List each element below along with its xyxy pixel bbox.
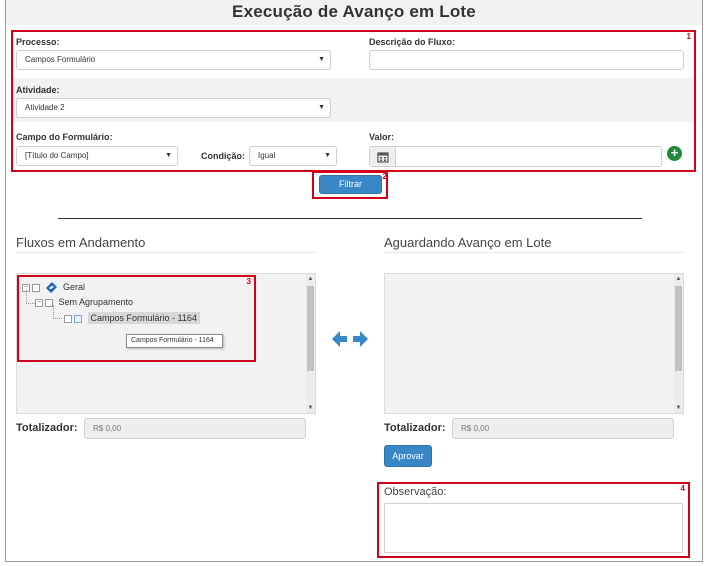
- tooltip: Campos Formulário - 1164: [126, 334, 223, 348]
- calendar-addon[interactable]: [369, 146, 395, 167]
- condicao-label: Condição:: [201, 151, 245, 161]
- tree-connector: [53, 305, 54, 319]
- valor-label: Valor:: [369, 132, 395, 142]
- left-totalizador-field: R$ 0,00: [84, 418, 306, 439]
- tree-checkbox[interactable]: [45, 298, 53, 307]
- page-title: Execução de Avanço em Lote: [232, 2, 476, 21]
- tree-node-campos-formulario[interactable]: Campos Formulário - 1164: [62, 312, 200, 325]
- atividade-value: Atividade 2: [25, 103, 65, 112]
- aguardando-scrollbar[interactable]: ▲ ▼: [674, 274, 683, 413]
- aguardando-list[interactable]: ▲ ▼: [384, 273, 684, 414]
- right-totalizador-field: R$ 0,00: [452, 418, 674, 439]
- chevron-down-icon: ▼: [165, 152, 172, 159]
- fluxos-scrollbar[interactable]: ▲ ▼: [306, 274, 315, 413]
- processo-select[interactable]: Campos Formulário ▼: [16, 50, 331, 70]
- chevron-down-icon: ▼: [324, 152, 331, 159]
- tree-label-campos-formulario: Campos Formulário - 1164: [87, 312, 200, 325]
- chevron-down-icon: ▼: [318, 56, 325, 63]
- tree-node-geral[interactable]: − Geral: [22, 281, 85, 294]
- tree-label-sem-agrupamento: Sem Agrupamento: [58, 297, 134, 308]
- plus-circle-icon[interactable]: +: [667, 146, 682, 161]
- scroll-down-icon[interactable]: ▼: [674, 404, 683, 412]
- tree-checkbox[interactable]: [32, 283, 40, 292]
- swap-arrows-icon[interactable]: [332, 330, 368, 348]
- left-totalizador-label: Totalizador:: [16, 422, 78, 434]
- right-totalizador-label: Totalizador:: [384, 422, 446, 434]
- processo-value: Campos Formulário: [25, 55, 96, 64]
- campo-select[interactable]: [Título do Campo] ▼: [16, 146, 178, 166]
- tree-label-geral: Geral: [63, 282, 86, 293]
- divider: [58, 218, 642, 219]
- geral-logo-icon: [45, 282, 57, 294]
- condicao-value: Igual: [258, 151, 276, 160]
- aguardando-title: Aguardando Avanço em Lote: [384, 235, 552, 250]
- calendar-icon: [377, 152, 389, 163]
- document-icon: [74, 314, 82, 323]
- observacao-textarea[interactable]: [384, 503, 683, 553]
- scroll-down-icon[interactable]: ▼: [306, 404, 315, 412]
- atividade-select[interactable]: Atividade 2 ▼: [16, 98, 331, 118]
- chevron-down-icon: ▼: [318, 104, 325, 111]
- campo-value: [Título do Campo]: [25, 151, 89, 160]
- tree-checkbox[interactable]: [64, 314, 72, 323]
- tree-node-sem-agrupamento[interactable]: − Sem Agrupamento: [35, 296, 133, 309]
- processo-label: Processo:: [16, 37, 60, 47]
- tree-connector: [26, 303, 35, 304]
- tree-connector: [53, 318, 62, 319]
- scroll-thumb[interactable]: [675, 286, 682, 371]
- scroll-thumb[interactable]: [307, 286, 314, 371]
- filtrar-button[interactable]: Filtrar: [319, 175, 382, 194]
- valor-input[interactable]: [395, 146, 662, 167]
- aguardando-title-underline: [384, 252, 684, 253]
- fluxos-title-underline: [16, 252, 316, 253]
- aprovar-button[interactable]: Aprovar: [384, 445, 432, 467]
- campo-label: Campo do Formulário:: [16, 132, 113, 142]
- scroll-up-icon[interactable]: ▲: [674, 275, 683, 283]
- observacao-label: Observação:: [384, 486, 447, 498]
- collapse-icon[interactable]: −: [35, 298, 43, 307]
- descricao-input[interactable]: [369, 50, 684, 70]
- tree-connector: [26, 290, 27, 304]
- condicao-select[interactable]: Igual ▼: [249, 146, 337, 166]
- scroll-up-icon[interactable]: ▲: [306, 275, 315, 283]
- fluxos-andamento-title: Fluxos em Andamento: [16, 235, 146, 250]
- descricao-label: Descrição do Fluxo:: [369, 37, 456, 47]
- atividade-label: Atividade:: [16, 85, 60, 95]
